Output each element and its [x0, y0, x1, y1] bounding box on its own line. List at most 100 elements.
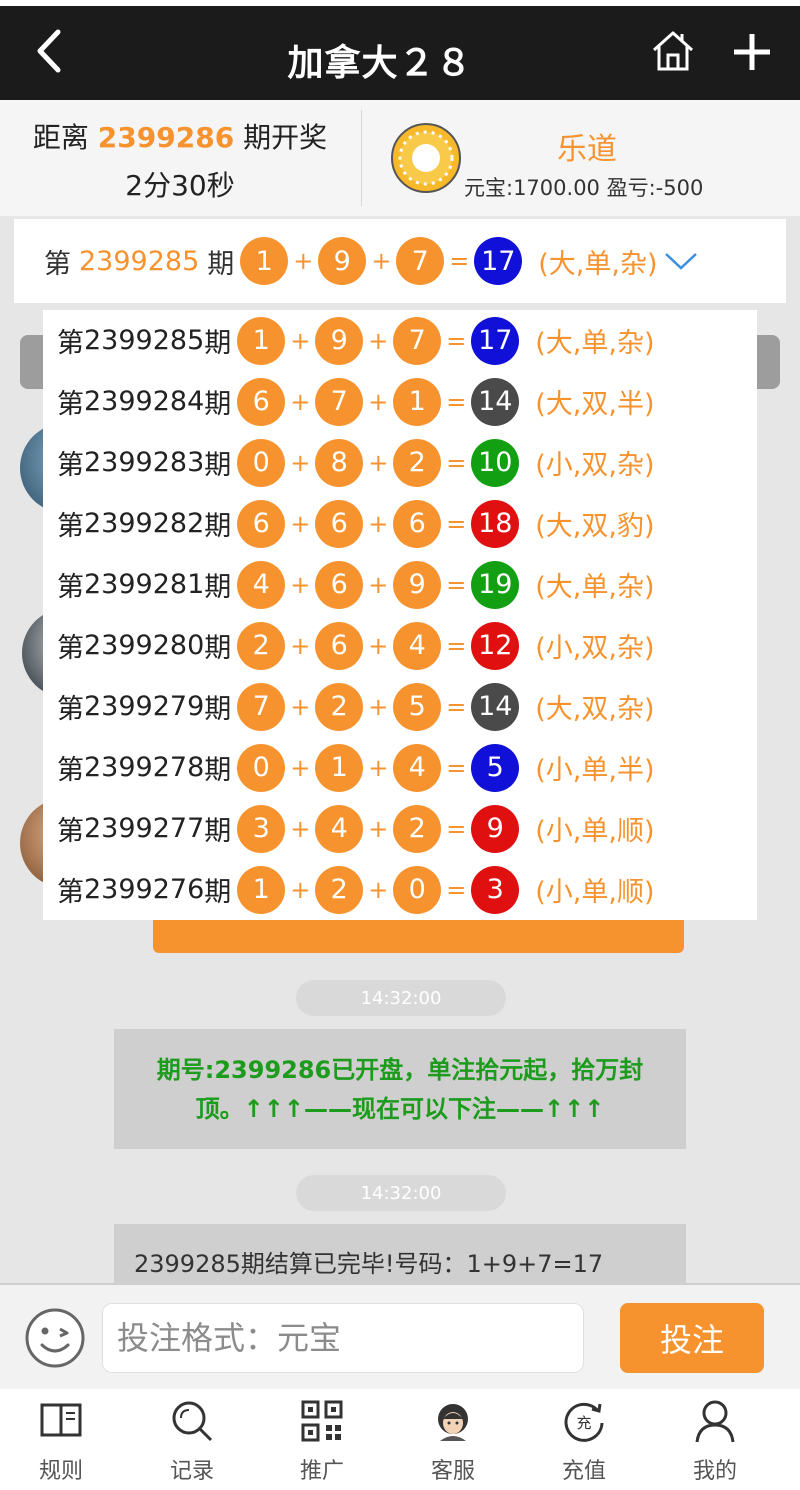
- sum-ball: 14: [471, 682, 520, 731]
- result-tags: (大,双,豹): [535, 511, 655, 542]
- chevron-down-icon[interactable]: [663, 249, 699, 273]
- sum-ball: 18: [471, 499, 520, 548]
- emoji-icon[interactable]: [24, 1307, 86, 1369]
- sum-ball: 5: [471, 743, 520, 792]
- result-tags: (小,单,顺): [535, 816, 655, 847]
- plus-sign: +: [290, 692, 311, 721]
- plus-sign: +: [290, 814, 311, 843]
- nav-mine[interactable]: 我的: [650, 1389, 780, 1490]
- equals-sign: =: [446, 631, 467, 660]
- next-issue-number: 2399286: [97, 121, 235, 154]
- result-tags: (小,单,顺): [535, 877, 655, 908]
- history-row[interactable]: 第 2399283 期 0 +8 +2 = 10 (小,双,杂): [57, 432, 757, 493]
- history-row[interactable]: 第 2399279 期 7 +2 +5 = 14 (大,双,杂): [57, 676, 757, 737]
- issue-number: 2399283: [84, 447, 205, 478]
- qrcode-icon: [301, 1400, 343, 1442]
- issue-number: 2399279: [84, 691, 205, 722]
- history-row[interactable]: 第 2399280 期 2 +6 +4 = 12 (小,双,杂): [57, 615, 757, 676]
- equals-sign: =: [446, 448, 467, 477]
- sum-ball: 12: [471, 621, 520, 670]
- number-ball: 6: [315, 621, 364, 670]
- balance-info: 元宝:1700.00 盈亏:-500: [464, 176, 704, 200]
- input-bar: 投注: [0, 1283, 800, 1389]
- issue-suffix: 期: [204, 328, 232, 359]
- result-tags: (大,单,杂): [535, 328, 655, 359]
- number-ball: 6: [237, 499, 286, 548]
- result-tags: (小,双,杂): [535, 633, 655, 664]
- nav-label: 记录: [169, 1459, 214, 1484]
- issue-prefix: 第: [57, 572, 84, 603]
- issue-suffix: 期: [204, 694, 232, 725]
- plus-sign: +: [368, 387, 389, 416]
- issue-prefix: 第: [57, 633, 84, 664]
- history-row[interactable]: 第 2399282 期 6 +6 +6 = 18 (大,双,豹): [57, 493, 757, 554]
- number-ball: 0: [393, 865, 442, 914]
- divider: [361, 110, 362, 206]
- history-row[interactable]: 第 2399281 期 4 +6 +9 = 19 (大,单,杂): [57, 554, 757, 615]
- latest-result-bar[interactable]: 第 2399285 期 1 +9 +7 = 17 (大,单,杂): [14, 219, 786, 303]
- number-ball: 7: [393, 316, 442, 365]
- number-ball: 4: [237, 560, 286, 609]
- sum-ball: 10: [471, 438, 520, 487]
- sum-ball: 17: [471, 316, 520, 365]
- home-icon[interactable]: [650, 28, 696, 74]
- issue-prefix: 第: [57, 511, 84, 542]
- issue-suffix: 期: [204, 633, 232, 664]
- history-row[interactable]: 第 2399277 期 3 +4 +2 = 9 (小,单,顺): [57, 798, 757, 859]
- plus-sign: +: [368, 509, 389, 538]
- countdown-prefix: 距离: [32, 121, 89, 154]
- nav-label: 我的: [692, 1459, 737, 1484]
- equals-sign: =: [446, 387, 467, 416]
- history-row[interactable]: 第 2399276 期 1 +2 +0 = 3 (小,单,顺): [57, 859, 757, 920]
- search-icon: [172, 1401, 213, 1442]
- nav-records[interactable]: 记录: [127, 1389, 257, 1490]
- plus-sign: +: [368, 814, 389, 843]
- equals-sign: =: [446, 875, 467, 904]
- result-tags: (大,单,杂): [538, 248, 658, 280]
- svg-text:充: 充: [576, 1414, 591, 1432]
- plus-sign: +: [293, 247, 314, 275]
- history-row[interactable]: 第 2399278 期 0 +1 +4 = 5 (小,单,半): [57, 737, 757, 798]
- plus-icon[interactable]: [730, 30, 774, 74]
- status-strip: [0, 0, 800, 6]
- bet-input[interactable]: [102, 1303, 584, 1373]
- result-tags: (大,双,半): [535, 389, 655, 420]
- nav-label: 充值: [561, 1459, 606, 1484]
- user-icon: [695, 1400, 735, 1443]
- info-panel: 距离 2399286 期开奖 2分30秒 乐道 元宝:1700.00 盈亏:-5…: [0, 100, 800, 216]
- number-ball: 1: [315, 743, 364, 792]
- equals-sign: =: [449, 247, 470, 275]
- number-ball: 0: [237, 438, 286, 487]
- nav-rules[interactable]: 规则: [0, 1389, 126, 1490]
- system-message: 期号:2399286已开盘，单注拾元起，拾万封顶。↑↑↑——现在可以下注——↑↑…: [114, 1029, 686, 1149]
- nav-promote[interactable]: 推广: [257, 1389, 387, 1490]
- number-ball: 1: [393, 377, 442, 426]
- history-row[interactable]: 第 2399285 期 1 +9 +7 = 17 (大,单,杂): [57, 310, 757, 371]
- equals-sign: =: [446, 509, 467, 538]
- number-ball: 1: [237, 865, 286, 914]
- history-row[interactable]: 第 2399284 期 6 +7 +1 = 14 (大,双,半): [57, 371, 757, 432]
- sum-ball: 3: [471, 865, 520, 914]
- number-ball: 4: [393, 621, 442, 670]
- issue-suffix: 期: [204, 572, 232, 603]
- number-ball: 8: [315, 438, 364, 487]
- plus-sign: +: [290, 509, 311, 538]
- number-ball: 7: [237, 682, 286, 731]
- nav-recharge[interactable]: 充 充值: [519, 1389, 649, 1490]
- plus-sign: +: [368, 875, 389, 904]
- plus-sign: +: [290, 570, 311, 599]
- number-ball: 9: [315, 316, 364, 365]
- system-message: 2399285期结算已完毕!号码：1+9+7=17: [114, 1224, 686, 1283]
- issue-prefix: 第: [57, 450, 84, 481]
- issue-prefix: 第: [57, 877, 84, 908]
- issue-suffix: 期: [204, 450, 232, 481]
- issue-number: 2399280: [84, 630, 205, 661]
- issue-number: 2399282: [84, 508, 205, 539]
- number-ball: 1: [237, 316, 286, 365]
- plus-sign: +: [290, 875, 311, 904]
- number-ball: 2: [237, 621, 286, 670]
- bet-button[interactable]: 投注: [620, 1303, 764, 1373]
- result-tags: (小,单,半): [535, 755, 655, 786]
- issue-prefix: 第: [44, 248, 71, 280]
- nav-customer-service[interactable]: 客服: [388, 1389, 518, 1490]
